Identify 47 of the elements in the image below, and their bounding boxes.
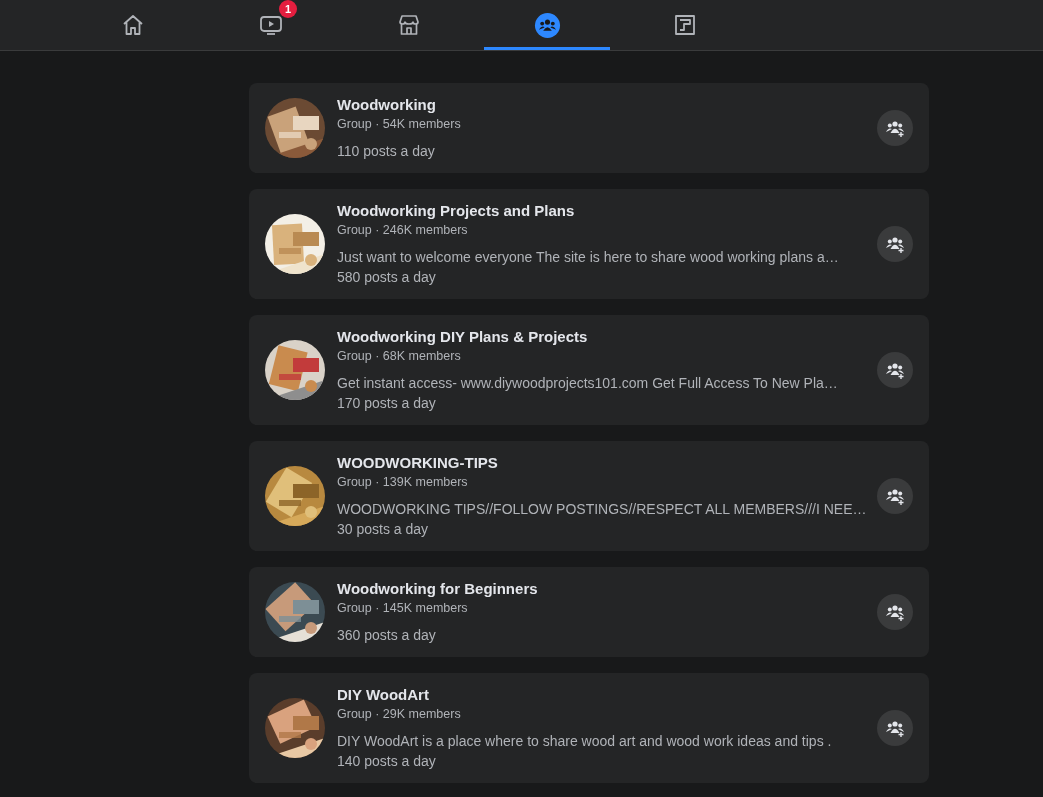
posts-per-day: 110 posts a day [337, 141, 865, 161]
group-meta: Group · 139K members [337, 474, 469, 491]
group-meta: Group · 54K members [337, 116, 462, 133]
group-description: DIY WoodArt is a place where to share wood art and wood work ideas and tips . [337, 732, 833, 751]
group-card[interactable]: Woodworking DIY Plans & Projects Group · 68K members Get instant access- www.diywoodprojects101.com Get Full Access To New Pla… 170 posts a day [249, 315, 929, 425]
groups-icon [533, 11, 561, 39]
join-group-button[interactable] [877, 594, 913, 630]
notification-badge: 1 [279, 0, 297, 18]
group-meta: Group · 29K members [337, 706, 462, 723]
join-group-button[interactable] [877, 710, 913, 746]
gaming-icon [673, 13, 697, 37]
join-group-button[interactable] [877, 110, 913, 146]
video-icon [259, 13, 283, 37]
group-card[interactable]: Woodworking Group · 54K members 110 posts a day [249, 83, 929, 173]
group-description: WOODWORKING TIPS//FOLLOW POSTINGS//RESPECT ALL MEMBERS///I NEE… [337, 500, 865, 519]
group-add-icon [885, 118, 905, 138]
group-meta: Group · 246K members [337, 222, 469, 239]
group-name[interactable]: Woodworking for Beginners [337, 579, 865, 599]
join-group-button[interactable] [877, 352, 913, 388]
group-description: Get instant access- www.diywoodprojects101.com Get Full Access To New Pla… [337, 374, 839, 393]
group-add-icon [885, 234, 905, 254]
home-icon [121, 13, 145, 37]
group-meta: Group · 145K members [337, 600, 469, 617]
posts-per-day: 360 posts a day [337, 625, 865, 645]
group-name[interactable]: WOODWORKING-TIPS [337, 453, 865, 473]
group-add-icon [885, 486, 905, 506]
group-add-icon [885, 360, 905, 380]
posts-per-day: 580 posts a day [337, 267, 865, 287]
join-group-button[interactable] [877, 478, 913, 514]
group-name[interactable]: DIY WoodArt [337, 685, 865, 705]
join-group-button[interactable] [877, 226, 913, 262]
group-name[interactable]: Woodworking DIY Plans & Projects [337, 327, 865, 347]
group-card[interactable]: Woodworking Projects and Plans Group · 246K members Just want to welcome everyone The site is here to share wood working plans a… 580 posts a day [249, 189, 929, 299]
posts-per-day: 170 posts a day [337, 393, 865, 413]
group-meta: Group · 68K members [337, 348, 462, 365]
group-description: Just want to welcome everyone The site is here to share wood working plans a… [337, 248, 840, 267]
nav-tab[interactable]: 1 [208, 0, 334, 50]
shop-icon [397, 13, 421, 37]
posts-per-day: 140 posts a day [337, 751, 865, 771]
group-name[interactable]: Woodworking [337, 95, 865, 115]
group-card[interactable]: Woodworking for Beginners Group · 145K members 360 posts a day [249, 567, 929, 657]
group-add-icon [885, 718, 905, 738]
group-name[interactable]: Woodworking Projects and Plans [337, 201, 865, 221]
group-add-icon [885, 602, 905, 622]
group-card[interactable]: WOODWORKING-TIPS Group · 139K members WOODWORKING TIPS//FOLLOW POSTINGS//RESPECT ALL MEMBERS///I NEE… 30 posts a day [249, 441, 929, 551]
posts-per-day: 30 posts a day [337, 519, 865, 539]
group-card[interactable]: DIY WoodArt Group · 29K members DIY WoodArt is a place where to share wood art and wood work ideas and tips . 140 posts a day [249, 673, 929, 783]
